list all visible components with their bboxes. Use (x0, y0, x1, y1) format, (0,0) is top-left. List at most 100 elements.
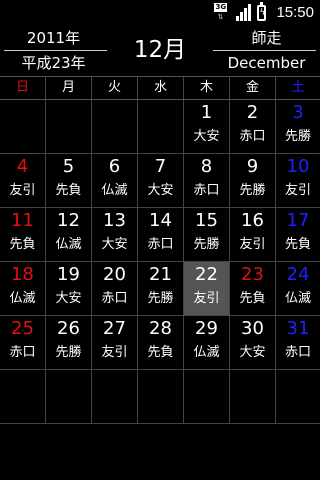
day-number (138, 100, 183, 103)
day-cell[interactable]: 2 赤口 (230, 100, 276, 153)
day-cell[interactable]: 20 赤口 (92, 262, 138, 315)
week-row-1: 1 大安 2 赤口 3 先勝 (0, 100, 320, 154)
day-number: 21 (149, 264, 172, 285)
day-cell[interactable] (230, 370, 276, 423)
rokuyo-label: 先負 (9, 237, 36, 252)
weekday-sunday: 日 (0, 77, 46, 99)
data-arrows-icon: ⇅ (217, 13, 224, 21)
rokuyo-label: 友引 (101, 345, 128, 360)
day-cell[interactable]: 17 先負 (276, 208, 320, 261)
battery-icon: ϟ (257, 1, 267, 21)
rokuyo-label: 赤口 (239, 129, 266, 144)
day-number: 2 (246, 102, 259, 123)
day-cell[interactable] (46, 370, 92, 423)
signal-strength-icon (236, 4, 252, 21)
day-cell[interactable] (276, 370, 320, 423)
day-cell[interactable]: 8 赤口 (184, 154, 230, 207)
rokuyo-label: 大安 (147, 183, 174, 198)
day-number: 4 (16, 156, 29, 177)
day-cell[interactable]: 27 友引 (92, 316, 138, 369)
rokuyo-label: 先勝 (193, 237, 220, 252)
header-divider-left (4, 50, 107, 51)
day-number: 5 (62, 156, 75, 177)
day-cell[interactable]: 14 赤口 (138, 208, 184, 261)
day-number: 9 (246, 156, 259, 177)
day-cell[interactable]: 26 先勝 (46, 316, 92, 369)
day-cell[interactable]: 19 大安 (46, 262, 92, 315)
holiday-day-cell[interactable]: 23 先負 (230, 262, 276, 315)
rokuyo-label: 先負 (55, 183, 82, 198)
rokuyo-label: 先勝 (284, 129, 311, 144)
day-cell[interactable]: 29 仏滅 (184, 316, 230, 369)
status-bar: 3G ⇅ ϟ 15:50 (0, 0, 320, 25)
day-cell[interactable] (0, 100, 46, 153)
day-cell[interactable]: 1 大安 (184, 100, 230, 153)
rokuyo-label: 先負 (239, 291, 266, 306)
day-number (46, 100, 91, 103)
day-cell[interactable]: 4 友引 (0, 154, 46, 207)
rokuyo-label: 先負 (147, 345, 174, 360)
rokuyo-label: 友引 (284, 183, 311, 198)
day-cell[interactable]: 28 先負 (138, 316, 184, 369)
day-number: 1 (200, 102, 213, 123)
day-cell[interactable]: 21 先勝 (138, 262, 184, 315)
weekday-wednesday: 水 (138, 77, 184, 99)
day-cell[interactable] (138, 370, 184, 423)
rokuyo-label: 大安 (193, 129, 220, 144)
day-number (230, 370, 275, 373)
day-cell[interactable]: 6 仏滅 (92, 154, 138, 207)
day-cell[interactable] (138, 100, 184, 153)
day-number: 28 (149, 318, 172, 339)
day-cell[interactable]: 16 友引 (230, 208, 276, 261)
rokuyo-label: 仏滅 (9, 291, 36, 306)
day-number: 19 (57, 264, 80, 285)
day-cell[interactable] (184, 370, 230, 423)
network-icon: 3G ⇅ (214, 3, 230, 22)
era-year-label: 平成23年 (21, 54, 86, 72)
day-number: 16 (241, 210, 264, 231)
day-cell[interactable] (46, 100, 92, 153)
day-cell[interactable] (92, 100, 138, 153)
rokuyo-label: 大安 (101, 237, 128, 252)
day-cell[interactable]: 13 大安 (92, 208, 138, 261)
day-cell[interactable]: 18 仏滅 (0, 262, 46, 315)
day-number: 8 (200, 156, 213, 177)
day-number: 15 (195, 210, 218, 231)
day-cell[interactable]: 10 友引 (276, 154, 320, 207)
rokuyo-label: 仏滅 (55, 237, 82, 252)
day-number: 13 (103, 210, 126, 231)
weekday-thursday: 木 (184, 77, 230, 99)
day-cell[interactable]: 3 先勝 (276, 100, 320, 153)
rokuyo-label: 仏滅 (193, 345, 220, 360)
day-number: 17 (286, 210, 310, 231)
today-day-cell[interactable]: 22 友引 (184, 262, 230, 315)
japanese-month-name: 師走 (251, 29, 282, 47)
rokuyo-label: 赤口 (193, 183, 220, 198)
weekday-saturday: 土 (291, 80, 305, 95)
calendar-grid: 1 大安 2 赤口 3 先勝 4 友引 5 先負 6 仏滅 7 大安 8 赤口 9 先勝 10 友引… (0, 100, 320, 424)
day-number: 3 (292, 102, 304, 123)
week-row-5: 25 赤口 26 先勝 27 友引 28 先負 29 仏滅 30 大安 31 赤口 (0, 316, 320, 370)
day-number: 14 (149, 210, 172, 231)
day-cell[interactable] (92, 370, 138, 423)
day-cell[interactable]: 31 赤口 (276, 316, 320, 369)
weekday-monday: 月 (46, 77, 92, 99)
rokuyo-label: 仏滅 (284, 291, 311, 306)
day-cell[interactable]: 25 赤口 (0, 316, 46, 369)
status-clock: 15:50 (276, 4, 314, 21)
rokuyo-label: 赤口 (147, 237, 174, 252)
day-cell[interactable]: 12 仏滅 (46, 208, 92, 261)
day-number (276, 370, 320, 373)
month-title[interactable]: 12月 (107, 25, 213, 75)
day-cell[interactable]: 5 先負 (46, 154, 92, 207)
day-number: 27 (103, 318, 126, 339)
day-cell[interactable]: 24 仏滅 (276, 262, 320, 315)
day-cell[interactable]: 11 先負 (0, 208, 46, 261)
day-cell[interactable]: 7 大安 (138, 154, 184, 207)
calendar-header: 2011年 平成23年 12月 師走 December (0, 25, 320, 75)
day-cell[interactable]: 15 先勝 (184, 208, 230, 261)
day-number: 20 (103, 264, 126, 285)
day-cell[interactable] (0, 370, 46, 423)
day-cell[interactable]: 9 先勝 (230, 154, 276, 207)
day-cell[interactable]: 30 大安 (230, 316, 276, 369)
